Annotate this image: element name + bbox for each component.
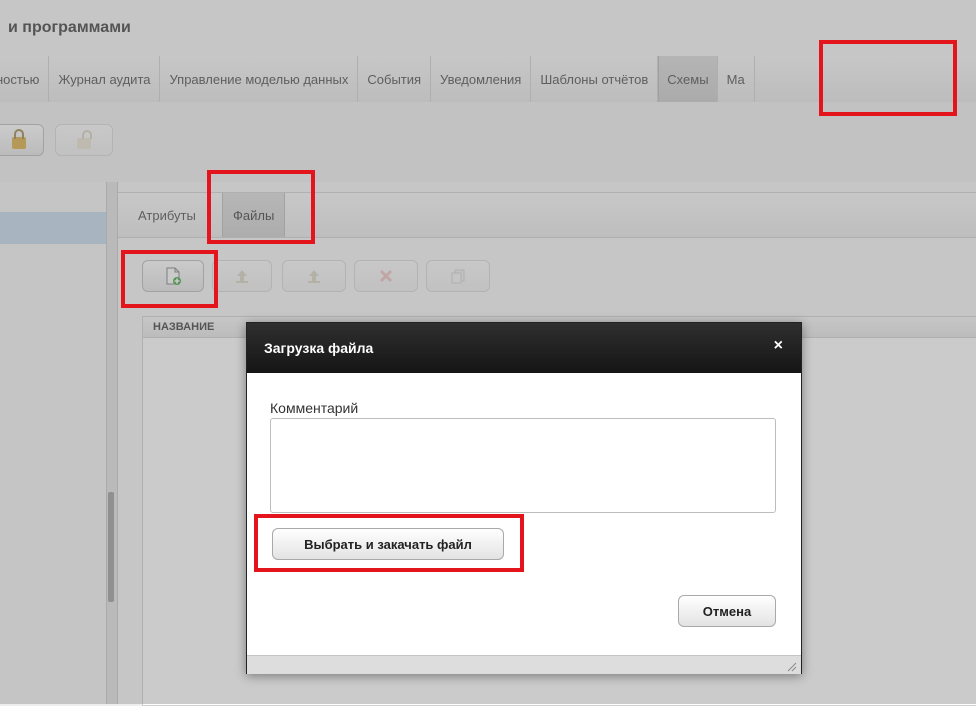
- close-icon[interactable]: ×: [774, 337, 783, 355]
- resize-grip-icon[interactable]: [785, 660, 797, 672]
- comment-field[interactable]: [270, 418, 776, 513]
- comment-label: Комментарий: [270, 400, 359, 416]
- dialog-header: Загрузка файла ×: [247, 323, 801, 373]
- cancel-button[interactable]: Отмена: [678, 595, 776, 627]
- dialog-title: Загрузка файла: [264, 340, 374, 356]
- upload-file-dialog: Загрузка файла × Комментарий Выбрать и з…: [246, 322, 802, 674]
- dialog-footer: [247, 655, 801, 674]
- select-and-upload-button[interactable]: Выбрать и закачать файл: [272, 528, 504, 560]
